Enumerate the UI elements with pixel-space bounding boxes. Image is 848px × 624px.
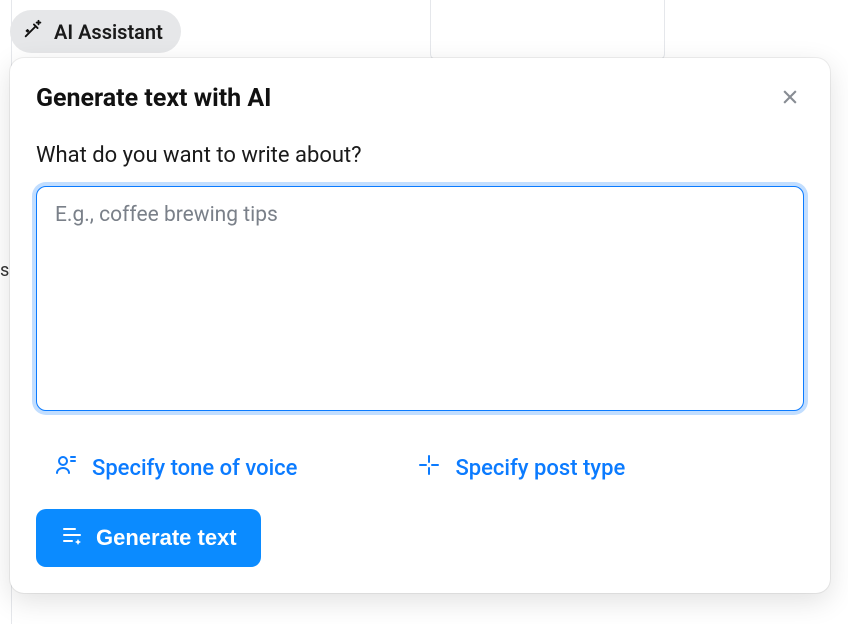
generate-text-dialog: Generate text with AI What do you want t… (10, 58, 830, 593)
ai-assistant-chip[interactable]: AI Assistant (10, 10, 181, 53)
close-icon (780, 85, 800, 113)
prompt-label: What do you want to write about? (36, 143, 804, 168)
close-button[interactable] (776, 85, 804, 113)
tone-icon (54, 453, 78, 483)
specify-tone-button[interactable]: Specify tone of voice (54, 453, 297, 483)
post-type-icon (417, 453, 441, 483)
option-label: Specify tone of voice (92, 456, 297, 481)
generate-text-button[interactable]: Generate text (36, 509, 261, 567)
chip-label: AI Assistant (54, 20, 163, 44)
prompt-textarea[interactable] (36, 186, 804, 411)
button-label: Generate text (96, 525, 237, 551)
magic-wand-icon (22, 18, 44, 45)
option-label: Specify post type (455, 456, 625, 481)
generate-icon (60, 523, 84, 553)
specify-post-type-button[interactable]: Specify post type (417, 453, 625, 483)
dialog-title: Generate text with AI (36, 84, 271, 113)
